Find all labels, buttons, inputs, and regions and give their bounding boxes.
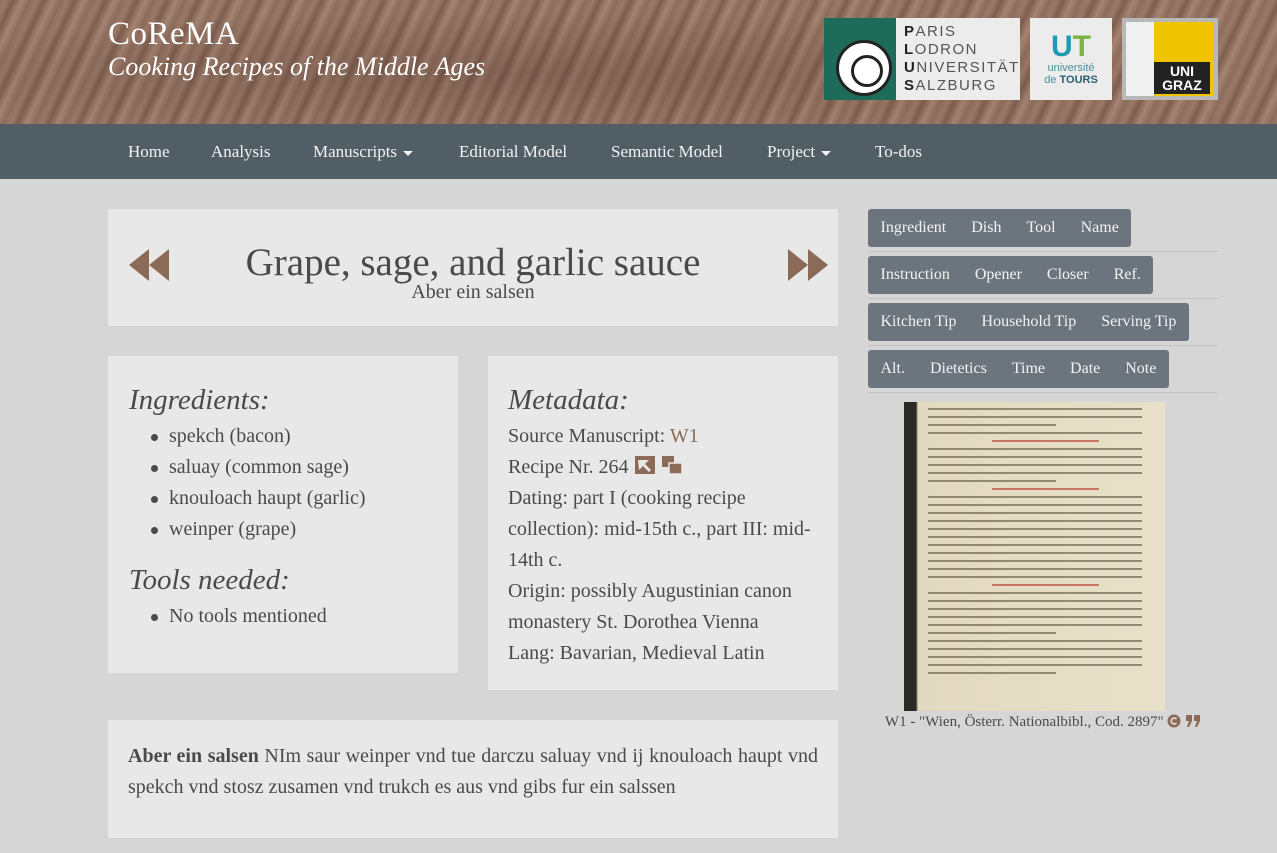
ingredients-heading: Ingredients: [129, 384, 270, 416]
recipe-original-title: Aber ein salsen [411, 281, 535, 303]
filter-closer-button[interactable]: Closer [1034, 256, 1101, 294]
filter-dish-button[interactable]: Dish [959, 209, 1014, 247]
manuscript-caption-text: W1 - "Wien, Österr. Nationalbibl., Cod. … [884, 714, 1164, 730]
manuscript-page-image[interactable] [904, 402, 1165, 711]
source-manuscript-link[interactable]: W1 [670, 425, 699, 447]
origin-line: Origin: possibly Augustinian canon monas… [508, 580, 792, 633]
filter-kitchen-tip-button[interactable]: Kitchen Tip [868, 303, 969, 341]
filter-date-button[interactable]: Date [1058, 350, 1113, 388]
manuscript-text-lines [928, 408, 1142, 680]
recipe-title: Grape, sage, and garlic sauce [245, 241, 701, 284]
nav-manuscripts-dropdown[interactable]: Manuscripts [313, 124, 414, 179]
filter-group-structure: Instruction Opener Closer Ref. [868, 256, 1154, 294]
tools-list: No tools mentioned [129, 601, 439, 632]
nav-home[interactable]: Home [128, 124, 170, 179]
filter-ingredient-button[interactable]: Ingredient [868, 209, 959, 247]
filter-group-tips: Kitchen Tip Household Tip Serving Tip [868, 303, 1189, 341]
tours-ut-mark-icon: UT [1051, 30, 1091, 63]
nav-project-dropdown[interactable]: Project [767, 124, 832, 179]
uni-graz-logo[interactable]: UNI GRAZ [1122, 18, 1218, 100]
filter-serving-tip-button[interactable]: Serving Tip [1089, 303, 1189, 341]
nav-project-label: Project [767, 142, 816, 161]
ingredients-panel: Ingredients: spekch (bacon) saluay (comm… [108, 356, 458, 673]
filter-time-button[interactable]: Time [999, 350, 1057, 388]
filter-dietetics-button[interactable]: Dietetics [917, 350, 999, 388]
filter-alt-button[interactable]: Alt. [868, 350, 917, 388]
manuscript-caption: W1 - "Wien, Österr. Nationalbibl., Cod. … [868, 714, 1218, 731]
filter-row-entities: Ingredient Dish Tool Name [868, 209, 1218, 252]
tours-logo-text: université de TOURS [1044, 62, 1098, 86]
filter-group-misc: Alt. Dietetics Time Date Note [868, 350, 1169, 388]
tool-item: No tools mentioned [129, 601, 439, 632]
recipe-text: Aber ein salsen NIm saur weinper vnd tue… [128, 741, 818, 803]
next-recipe-icon[interactable] [786, 247, 830, 283]
caret-down-icon [403, 150, 414, 156]
nav-analysis[interactable]: Analysis [211, 124, 271, 179]
filter-name-button[interactable]: Name [1068, 209, 1131, 247]
universite-de-tours-logo[interactable]: UT université de TOURS [1030, 18, 1112, 100]
caret-down-icon [821, 150, 832, 156]
nav-manuscripts-label: Manuscripts [313, 142, 398, 161]
site-title[interactable]: CoReMA [108, 16, 239, 52]
recipe-text-incipit: Aber ein salsen [128, 745, 259, 767]
metadata-panel: Metadata: Source Manuscript: W1 Recipe N… [488, 356, 838, 690]
filter-household-tip-button[interactable]: Household Tip [969, 303, 1089, 341]
main-navbar: Home Analysis Manuscripts Editorial Mode… [0, 124, 1277, 179]
filter-row-tips: Kitchen Tip Household Tip Serving Tip [868, 303, 1218, 346]
site-subtitle: Cooking Recipes of the Middle Ages [108, 52, 486, 81]
tools-heading: Tools needed: [129, 564, 290, 596]
ingredient-item: saluay (common sage) [129, 452, 439, 483]
plus-salzburg-logo[interactable]: PARIS LODRON UNIVERSITÄT SALZBURG [824, 18, 1020, 100]
graz-logo-text: UNI GRAZ [1154, 62, 1210, 94]
metadata-heading: Metadata: [508, 384, 629, 416]
filter-group-entities: Ingredient Dish Tool Name [868, 209, 1132, 247]
ingredient-item: knouloach haupt (garlic) [129, 483, 439, 514]
filter-tool-button[interactable]: Tool [1014, 209, 1068, 247]
filter-row-structure: Instruction Opener Closer Ref. [868, 256, 1218, 299]
plus-lion-emblem-icon [824, 18, 896, 100]
filter-instruction-button[interactable]: Instruction [868, 256, 962, 294]
ingredient-item: weinper (grape) [129, 514, 439, 545]
compare-copies-icon[interactable] [661, 455, 683, 475]
ingredient-item: spekch (bacon) [129, 421, 439, 452]
filter-row-misc: Alt. Dietetics Time Date Note [868, 350, 1218, 393]
recipe-text-panel: Aber ein salsen NIm saur weinper vnd tue… [108, 720, 838, 838]
recipe-number-line: Recipe Nr. 264 [508, 452, 820, 483]
cite-quote-icon[interactable] [1185, 714, 1201, 728]
language-line: Lang: Bavarian, Medieval Latin [508, 642, 765, 664]
filter-opener-button[interactable]: Opener [962, 256, 1034, 294]
recipe-number: Recipe Nr. 264 [508, 456, 629, 478]
plus-logo-text: PARIS LODRON UNIVERSITÄT SALZBURG [904, 23, 1020, 94]
nav-semantic-model[interactable]: Semantic Model [611, 124, 723, 179]
image-view-icon[interactable] [634, 455, 656, 475]
ingredients-list: spekch (bacon) saluay (common sage) knou… [129, 421, 439, 545]
nav-todos[interactable]: To-dos [875, 124, 922, 179]
dating-line: Dating: part I (cooking recipe collectio… [508, 487, 811, 571]
copyright-icon[interactable] [1167, 714, 1181, 728]
site-header: CoReMA Cooking Recipes of the Middle Age… [0, 0, 1277, 124]
nav-editorial-model[interactable]: Editorial Model [459, 124, 567, 179]
source-manuscript-line: Source Manuscript: W1 [508, 421, 820, 452]
recipe-title-panel: Grape, sage, and garlic sauce Aber ein s… [108, 209, 838, 326]
source-manuscript-label: Source Manuscript: [508, 425, 670, 447]
filter-note-button[interactable]: Note [1113, 350, 1169, 388]
filter-ref-button[interactable]: Ref. [1101, 256, 1153, 294]
